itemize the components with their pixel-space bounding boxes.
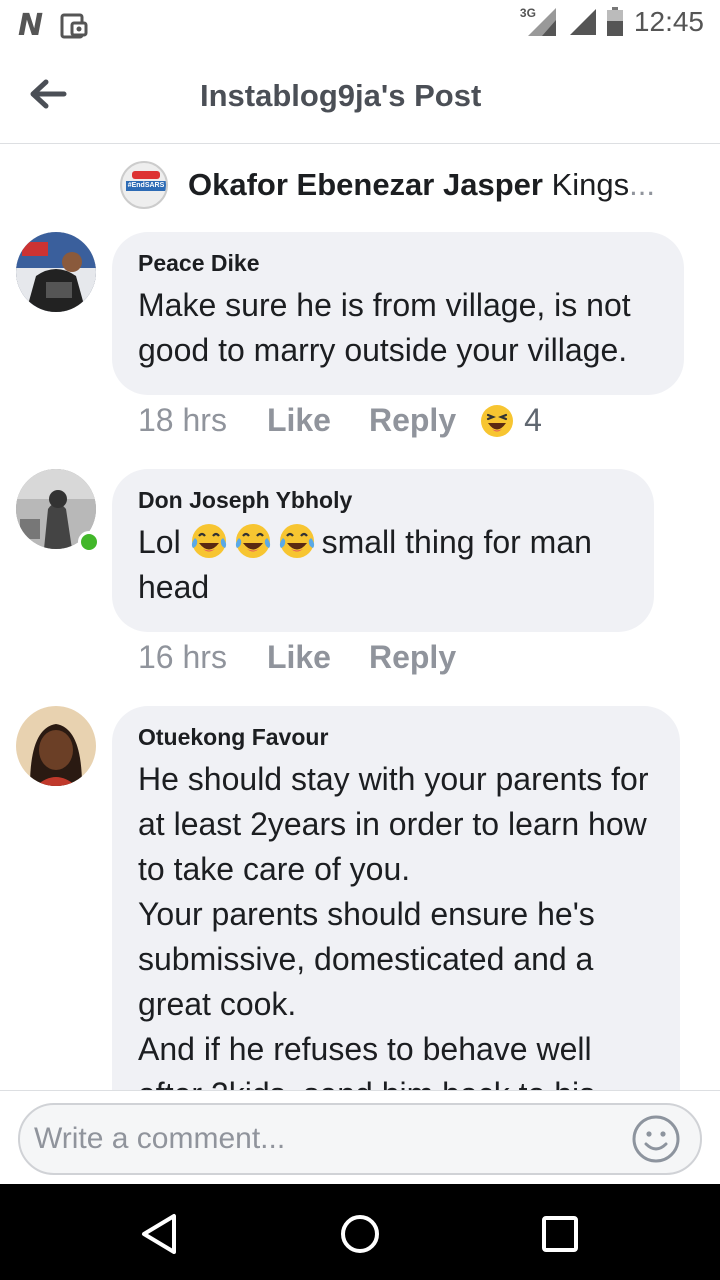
signal-strength-icon [569,9,596,35]
parent-comment-text: Kings [551,167,630,202]
comment-bubble[interactable]: Don Joseph Ybholy Lol small thing for ma… [112,469,654,632]
comment-time[interactable]: 16 hrs [138,639,227,676]
like-button[interactable]: Like [267,639,331,676]
reaction-summary[interactable]: 4 [480,402,542,439]
online-status-indicator [78,531,100,553]
comment-item: Otuekong Favour He should stay with your… [0,706,720,1090]
parent-author-name[interactable]: Okafor Ebenezar Jasper [188,167,543,202]
nav-recents-icon[interactable] [536,1210,584,1258]
mobile-signal-icon: 3G [520,6,556,38]
back-button[interactable] [24,72,72,116]
parent-comment-summary: Okafor Ebenezar Jasper Kings... [188,167,655,203]
emoji-picker-icon[interactable] [630,1113,682,1165]
avatar[interactable] [16,232,96,312]
comment-text: Lol small thing for man head [138,520,628,610]
avatar[interactable]: #EndSARS [120,161,168,209]
comment-bubble[interactable]: Peace Dike Make sure he is from village,… [112,232,684,395]
screenshot-notification-icon [60,13,88,38]
network-type: 3G [519,6,536,20]
page-title: Instablog9ja's Post [200,78,482,113]
reply-button[interactable]: Reply [369,639,456,676]
back-arrow-icon [30,79,67,109]
comment-author[interactable]: Don Joseph Ybholy [138,487,628,514]
n-notification-icon: N [18,8,44,43]
reply-button[interactable]: Reply [369,402,456,439]
status-bar: N 3G 12:45 [0,0,720,50]
tears-of-joy-icon [191,524,226,558]
parent-comment-row[interactable]: #EndSARS Okafor Ebenezar Jasper Kings... [120,160,700,210]
comment-actions: 18 hrs Like Reply 4 [138,402,542,439]
tears-of-joy-icon [235,524,270,558]
comment-input[interactable] [18,1103,702,1175]
comment-bubble[interactable]: Otuekong Favour He should stay with your… [112,706,680,1090]
nav-back-icon[interactable] [136,1210,184,1258]
comment-author[interactable]: Peace Dike [138,250,658,277]
nav-home-icon[interactable] [336,1210,384,1258]
laughing-face-icon [481,404,514,437]
comment-text: Make sure he is from village, is not goo… [138,287,640,368]
post-header: Instablog9ja's Post [0,50,720,144]
ellipsis: ... [629,167,655,202]
comment-composer [0,1090,720,1184]
tears-of-joy-icon [279,524,314,558]
comment-author[interactable]: Otuekong Favour [138,724,654,751]
status-time: 12:45 [633,6,704,37]
comment-time[interactable]: 18 hrs [138,402,227,439]
battery-icon [606,7,623,36]
comment-text: He should stay with your parents for at … [138,761,649,1090]
reaction-count: 4 [524,402,542,438]
system-nav-bar [0,1184,720,1280]
comment-actions: 16 hrs Like Reply [138,639,494,676]
comment-text-start: Lol [138,524,181,560]
avatar[interactable] [16,706,96,786]
like-button[interactable]: Like [267,402,331,439]
